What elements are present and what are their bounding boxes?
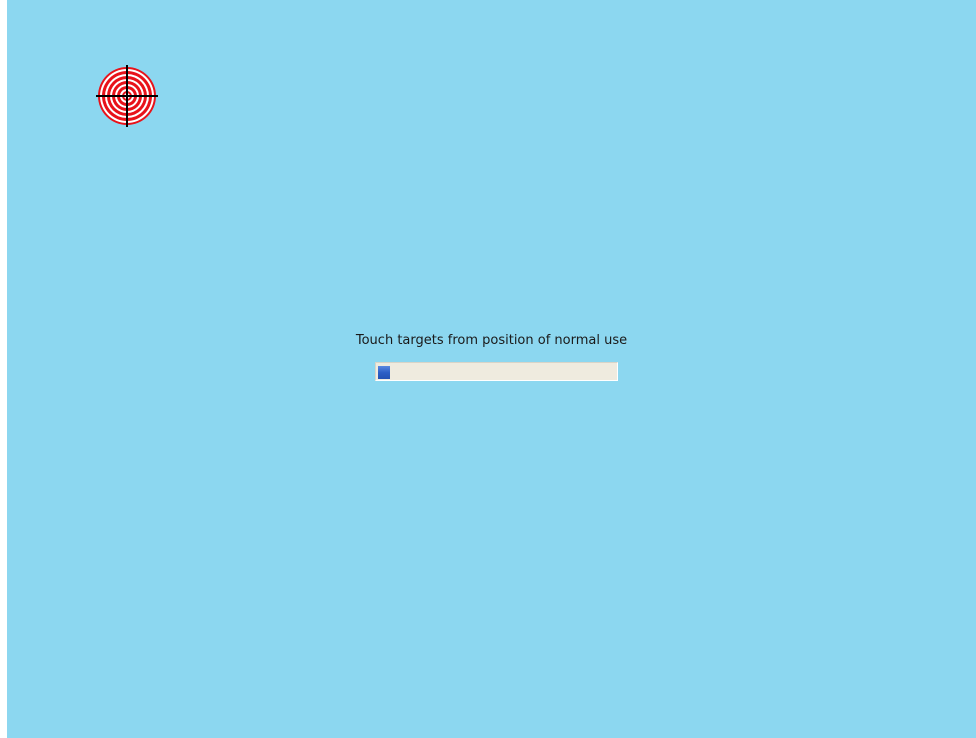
calibration-progress-bar [375,362,618,381]
progress-bar-fill [378,366,390,379]
crosshair-target-icon[interactable] [96,65,158,127]
calibration-instruction: Touch targets from position of normal us… [355,333,628,348]
calibration-screen[interactable]: Touch targets from position of normal us… [7,0,976,738]
